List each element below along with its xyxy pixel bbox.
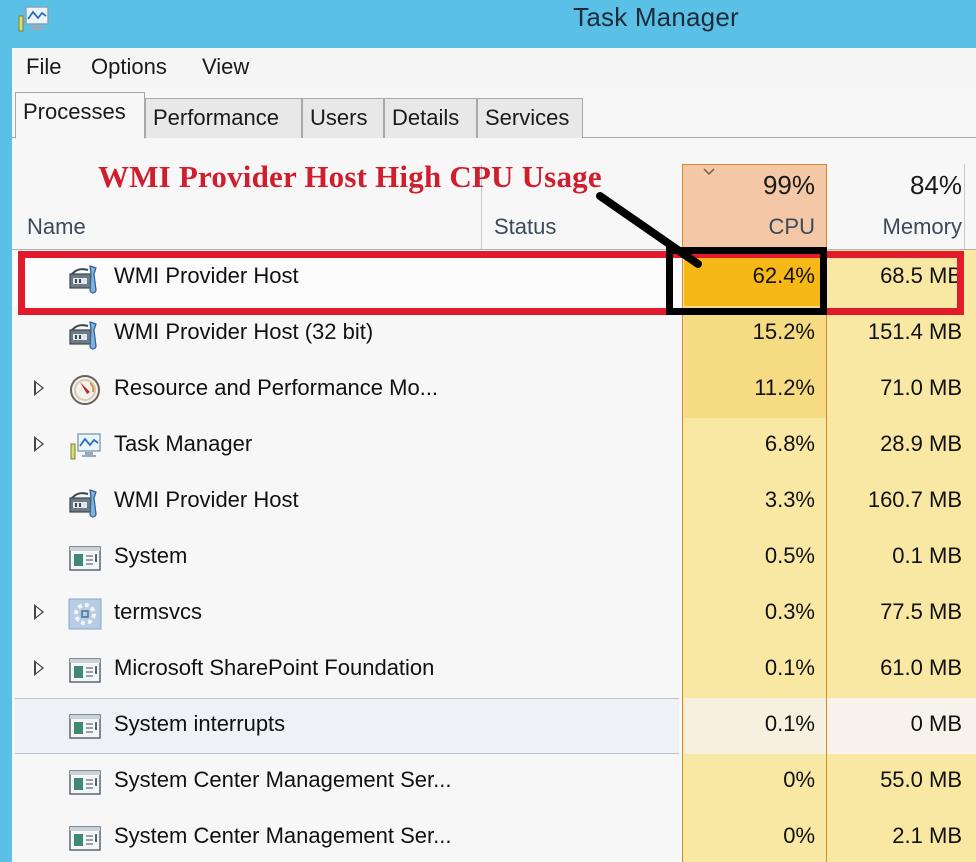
resource-monitor-icon <box>70 375 100 405</box>
tab-processes[interactable]: Processes <box>15 92 145 139</box>
system-window-icon <box>69 658 101 683</box>
process-row[interactable]: Task Manager 6.8% 28.9 MB <box>12 418 976 474</box>
wmi-host-icon <box>69 321 97 350</box>
process-cpu: 15.2% <box>752 319 815 344</box>
process-cpu: 6.8% <box>764 431 815 456</box>
process-table: Name Status 99% CPU 84% Memory WMI Provi… <box>12 139 976 862</box>
tab-details[interactable]: Details <box>384 98 477 138</box>
process-row[interactable]: Resource and Performance Mo... 11.2% 71.… <box>12 362 976 418</box>
annotation-label: WMI Provider Host High CPU Usage <box>98 159 602 194</box>
menu-bar: File Options View <box>12 48 976 88</box>
process-memory: 0 MB <box>910 711 962 736</box>
process-name: System interrupts <box>114 711 286 736</box>
process-name: System <box>114 543 188 568</box>
column-header-status[interactable]: Status <box>494 214 556 240</box>
column-divider[interactable] <box>964 164 965 249</box>
process-name: termsvcs <box>114 599 202 624</box>
sort-chevron-icon <box>703 168 715 176</box>
process-row[interactable]: Microsoft SharePoint Foundation 0.1% 61.… <box>12 642 976 698</box>
process-row[interactable]: System 0.5% 0.1 MB <box>12 530 976 586</box>
expand-chevron-icon[interactable] <box>34 604 44 620</box>
column-header-memory[interactable]: Memory <box>827 214 962 240</box>
process-cpu: 62.4% <box>752 263 815 288</box>
process-row[interactable]: WMI Provider Host (32 bit) 15.2% 151.4 M… <box>12 306 976 362</box>
task-manager-icon <box>70 433 101 460</box>
process-memory: 77.5 MB <box>880 599 962 624</box>
process-name: WMI Provider Host (32 bit) <box>114 319 374 344</box>
process-row[interactable]: WMI Provider Host 3.3% 160.7 MB <box>12 474 976 530</box>
wmi-host-icon <box>69 489 97 518</box>
process-memory: 55.0 MB <box>880 767 962 792</box>
tab-strip: Processes Performance Users Details Serv… <box>12 92 976 139</box>
process-name: System Center Management Ser... <box>114 767 452 792</box>
title-bar: Task Manager <box>0 0 976 48</box>
process-name: Microsoft SharePoint Foundation <box>114 655 435 680</box>
process-cpu: 11.2% <box>754 375 815 400</box>
menu-view[interactable]: View <box>202 54 249 80</box>
process-name: System Center Management Ser... <box>114 823 452 848</box>
process-name: WMI Provider Host <box>114 263 299 288</box>
tab-performance[interactable]: Performance <box>145 98 302 138</box>
expand-chevron-icon[interactable] <box>34 436 44 452</box>
column-header-name[interactable]: Name <box>27 214 86 240</box>
system-window-icon <box>69 714 101 739</box>
menu-file[interactable]: File <box>26 54 61 80</box>
expand-chevron-icon[interactable] <box>34 380 44 396</box>
process-row[interactable]: System interrupts 0.1% 0 MB <box>12 698 976 754</box>
process-cpu: 0% <box>783 767 815 792</box>
tab-users[interactable]: Users <box>302 98 384 138</box>
process-memory: 71.0 MB <box>880 375 962 400</box>
process-cpu: 0% <box>783 823 815 848</box>
process-memory: 0.1 MB <box>892 543 962 568</box>
task-manager-window: File Options View Processes Performance … <box>12 48 976 862</box>
system-window-icon <box>69 826 101 851</box>
wmi-host-icon <box>69 265 97 294</box>
process-name: WMI Provider Host <box>114 487 299 512</box>
process-memory: 151.4 MB <box>867 319 962 344</box>
system-window-icon <box>69 770 101 795</box>
process-memory: 160.7 MB <box>867 487 962 512</box>
memory-total-percent[interactable]: 84% <box>827 170 962 201</box>
tab-services[interactable]: Services <box>477 98 583 138</box>
window-title: Task Manager <box>573 2 739 32</box>
process-cpu: 0.3% <box>764 599 815 624</box>
name-cell-bg <box>12 250 682 306</box>
process-memory: 2.1 MB <box>892 823 962 848</box>
menu-options[interactable]: Options <box>91 54 167 80</box>
process-memory: 61.0 MB <box>880 655 962 680</box>
process-row[interactable]: System Center Management Ser... 0% 2.1 M… <box>12 810 976 862</box>
process-row[interactable]: System Center Management Ser... 0% 55.0 … <box>12 754 976 810</box>
process-row[interactable]: termsvcs 0.3% 77.5 MB <box>12 586 976 642</box>
process-name: Resource and Performance Mo... <box>114 375 439 400</box>
process-memory: 28.9 MB <box>880 431 962 456</box>
process-cpu: 3.3% <box>764 487 815 512</box>
process-cpu: 0.1% <box>764 655 815 680</box>
system-window-icon <box>69 546 101 571</box>
process-cpu: 0.5% <box>764 543 815 568</box>
column-header-cpu[interactable]: CPU <box>682 214 815 240</box>
expand-chevron-icon[interactable] <box>34 660 44 676</box>
process-name: Task Manager <box>114 431 253 456</box>
process-cpu: 0.1% <box>764 711 815 736</box>
process-row-highlighted[interactable]: WMI Provider Host 62.4% 68.5 MB <box>12 250 976 306</box>
process-memory: 68.5 MB <box>880 263 962 288</box>
service-gear-icon <box>68 598 102 630</box>
